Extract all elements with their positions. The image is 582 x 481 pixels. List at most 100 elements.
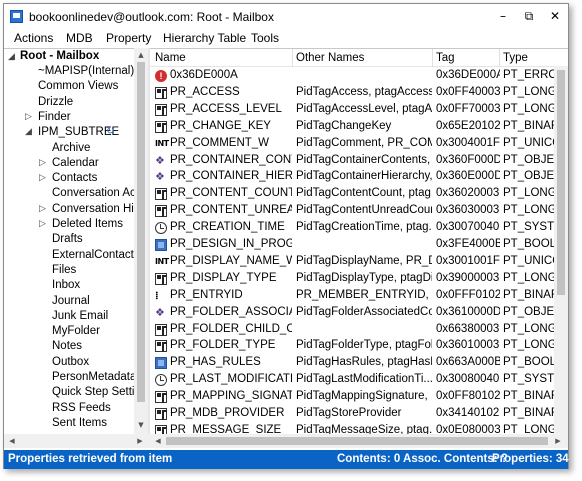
table-row[interactable]: PR_DESIGN_IN_PROGRE...0x3FE4000BPT_BOOLE… xyxy=(150,237,568,253)
menu-tools[interactable]: Tools xyxy=(251,31,279,45)
table-row[interactable]: ❖ PR_FOLDER_ASSOCIATE... PidTagFolderAssoc… xyxy=(150,305,568,321)
property-tag: 0x0FF70003 xyxy=(436,102,500,115)
table-row[interactable]: PR_ACCESS PidTagAccess, ptagAccess 0x0FF40… xyxy=(150,85,568,101)
property-tag: 0x36010003 xyxy=(436,339,500,352)
table-row[interactable]: PR_FOLDER_CHILD_COU...0x66380003PT_LONG xyxy=(150,322,568,338)
table-row[interactable]: INT PR_COMMENT_W PidTagComment, PR_COM... 0… xyxy=(150,136,568,152)
property-tag: 0x65E20102 xyxy=(436,119,500,132)
expand-arrow-icon[interactable]: ▷ xyxy=(25,112,32,122)
folder-tree[interactable]: ◢ Root - Mailbox ~MAPISP(Internal) Common… xyxy=(4,48,148,434)
scroll-right-icon[interactable]: ▶ xyxy=(134,436,146,446)
grid-icon xyxy=(155,103,167,116)
expand-arrow-icon[interactable]: ▷ xyxy=(39,173,46,183)
property-other-names: PidTagStoreProvider xyxy=(296,407,402,419)
expand-arrow-icon[interactable]: ▷ xyxy=(39,158,46,168)
table-row[interactable]: PR_LAST_MODIFICATIO... PidTagLastModifica… xyxy=(150,372,568,388)
menu-property[interactable]: Property xyxy=(106,31,151,45)
tree-item[interactable]: Journal xyxy=(52,294,90,309)
tree-item[interactable]: Notes xyxy=(52,339,82,354)
table-row[interactable]: PR_CONTENT_UNREAD PidTagContentUnreadCoun… xyxy=(150,203,568,219)
column-divider[interactable] xyxy=(499,49,500,67)
column-header-tag[interactable]: Tag xyxy=(436,52,455,64)
tree-item[interactable]: Sent Items xyxy=(52,416,107,431)
table-row[interactable]: ⁞ PR_ENTRYID PR_MEMBER_ENTRYID, Pid... 0x0F… xyxy=(150,288,568,304)
list-hscroll-thumb[interactable] xyxy=(166,437,548,445)
int-icon: INT xyxy=(155,138,169,148)
expand-arrow-icon[interactable]: ▷ xyxy=(39,204,46,214)
list-scroll-left-icon[interactable]: ◀ xyxy=(152,436,164,446)
property-tag: 0x30070040 xyxy=(436,221,500,234)
property-tag: 0x3610000D xyxy=(436,305,500,318)
column-header-type[interactable]: Type xyxy=(503,52,528,64)
table-row[interactable]: PR_CHANGE_KEY PidTagChangeKey 0x65E20102 PT… xyxy=(150,119,568,135)
close-button[interactable]: ✕ xyxy=(547,8,563,24)
property-list[interactable]: Name Other Names Tag Type ! 0x36DE000A 0x3… xyxy=(150,48,568,434)
tree-root[interactable]: Root - Mailbox xyxy=(20,49,99,64)
tree-item[interactable]: RSS Feeds xyxy=(52,401,111,416)
tree-scroll-thumb[interactable] xyxy=(137,62,145,402)
table-row[interactable]: PR_DISPLAY_TYPE PidTagDisplayType, ptagDi… xyxy=(150,271,568,287)
restore-button[interactable]: ⧉ xyxy=(521,8,537,24)
table-row[interactable]: ! 0x36DE000A 0x36DE000A PT_ERROR xyxy=(150,68,568,84)
scroll-left-icon[interactable]: ◀ xyxy=(6,436,18,446)
menu-mdb[interactable]: MDB xyxy=(66,31,93,45)
table-row[interactable]: PR_ACCESS_LEVEL PidTagAccessLevel, ptagAc… xyxy=(150,102,568,118)
property-other-names: PidTagChangeKey xyxy=(296,119,392,132)
int-icon: INT xyxy=(155,256,169,266)
property-other-names: PidTagContentUnreadCoun... xyxy=(296,204,432,217)
tree-item[interactable]: Conversation Acti xyxy=(52,186,142,201)
tree-item[interactable]: ExternalContacts xyxy=(52,248,140,263)
table-row[interactable]: PR_MDB_PROVIDER PidTagStoreProvider 0x3414… xyxy=(150,406,568,422)
collapse-arrow-icon[interactable]: ◢ xyxy=(25,127,32,137)
tree-item[interactable]: Deleted Items xyxy=(52,217,123,232)
collapse-arrow-icon[interactable]: ◢ xyxy=(8,50,15,65)
column-header-name[interactable]: Name xyxy=(155,52,186,64)
tree-item[interactable]: Drizzle xyxy=(38,95,73,110)
expand-arrow-icon[interactable]: ▷ xyxy=(39,219,46,229)
horizontal-scrollbar[interactable]: ◀ ▶ ◀ ▶ xyxy=(4,434,568,448)
property-tag: 0x0FF80102 xyxy=(436,390,500,403)
menu-hierarchy-table[interactable]: Hierarchy Table xyxy=(163,31,246,45)
tree-item[interactable]: Files xyxy=(52,263,76,278)
tree-item[interactable]: Drafts xyxy=(52,232,83,247)
tree-item[interactable]: ~MAPISP(Internal) xyxy=(38,64,134,79)
list-scroll-right-icon[interactable]: ▶ xyxy=(552,436,564,446)
column-divider[interactable] xyxy=(292,49,293,67)
property-other-names: PidTagFolderAssociatedCo... xyxy=(296,305,432,318)
table-row[interactable]: PR_FOLDER_TYPE PidTagFolderType, ptagFol.… xyxy=(150,338,568,354)
table-row[interactable]: ❖ PR_CONTAINER_HIERAR... PidTagContainerHi… xyxy=(150,169,568,185)
table-row[interactable]: INT PR_DISPLAY_NAME_W PidTagDisplayName, P… xyxy=(150,254,568,270)
property-tag: 0x360F000D xyxy=(436,153,500,166)
table-row[interactable]: PR_MESSAGE_SIZE PidTagMessageSize, ptag..… xyxy=(150,423,568,434)
column-divider[interactable] xyxy=(432,49,433,67)
tree-item[interactable]: Finder xyxy=(38,110,71,125)
menu-actions[interactable]: Actions xyxy=(14,31,53,45)
scroll-up-icon[interactable]: ▲ xyxy=(135,50,147,60)
table-row[interactable]: PR_CONTENT_COUNT PidTagContentCount, ptag… xyxy=(150,186,568,202)
list-scrollbar[interactable] xyxy=(554,66,568,434)
tree-item[interactable]: Contacts xyxy=(52,171,97,186)
table-row[interactable]: PR_CREATION_TIME PidTagCreationTime, ptag… xyxy=(150,220,568,236)
tree-item[interactable]: Conversation Hist xyxy=(52,202,143,217)
minimize-button[interactable]: – xyxy=(495,8,511,24)
tree-item[interactable]: Inbox xyxy=(52,278,80,293)
tree-scrollbar[interactable]: ▲ ▼ xyxy=(134,48,148,434)
tree-item[interactable]: Quick Step Setting xyxy=(52,385,147,400)
table-row[interactable]: ❖ PR_CONTAINER_CONTE... PidTagContainerCon… xyxy=(150,153,568,169)
tree-item[interactable]: Common Views xyxy=(38,79,118,94)
property-name: PR_FOLDER_CHILD_COU... xyxy=(170,322,292,335)
table-row[interactable]: PR_HAS_RULES PidTagHasRules, ptagHasR... 0… xyxy=(150,355,568,371)
column-header-other-names[interactable]: Other Names xyxy=(296,52,364,64)
list-scroll-thumb[interactable] xyxy=(557,70,565,295)
tree-item[interactable]: PersonMetadata xyxy=(52,370,136,385)
table-row[interactable]: PR_MAPPING_SIGNATURE PidTagMappingSignatu… xyxy=(150,389,568,405)
tree-item[interactable]: Outbox xyxy=(52,355,89,370)
tree-item[interactable]: Archive xyxy=(52,141,90,156)
tree-item[interactable]: Junk Email xyxy=(52,309,108,324)
property-other-names: PidTagMappingSignature, ... xyxy=(296,390,432,403)
scroll-down-icon[interactable]: ▼ xyxy=(135,420,147,430)
tree-item[interactable]: Calendar xyxy=(52,156,99,171)
tree-item[interactable]: MyFolder xyxy=(52,324,100,339)
clock-icon xyxy=(155,374,167,387)
property-name: 0x36DE000A xyxy=(170,69,238,81)
